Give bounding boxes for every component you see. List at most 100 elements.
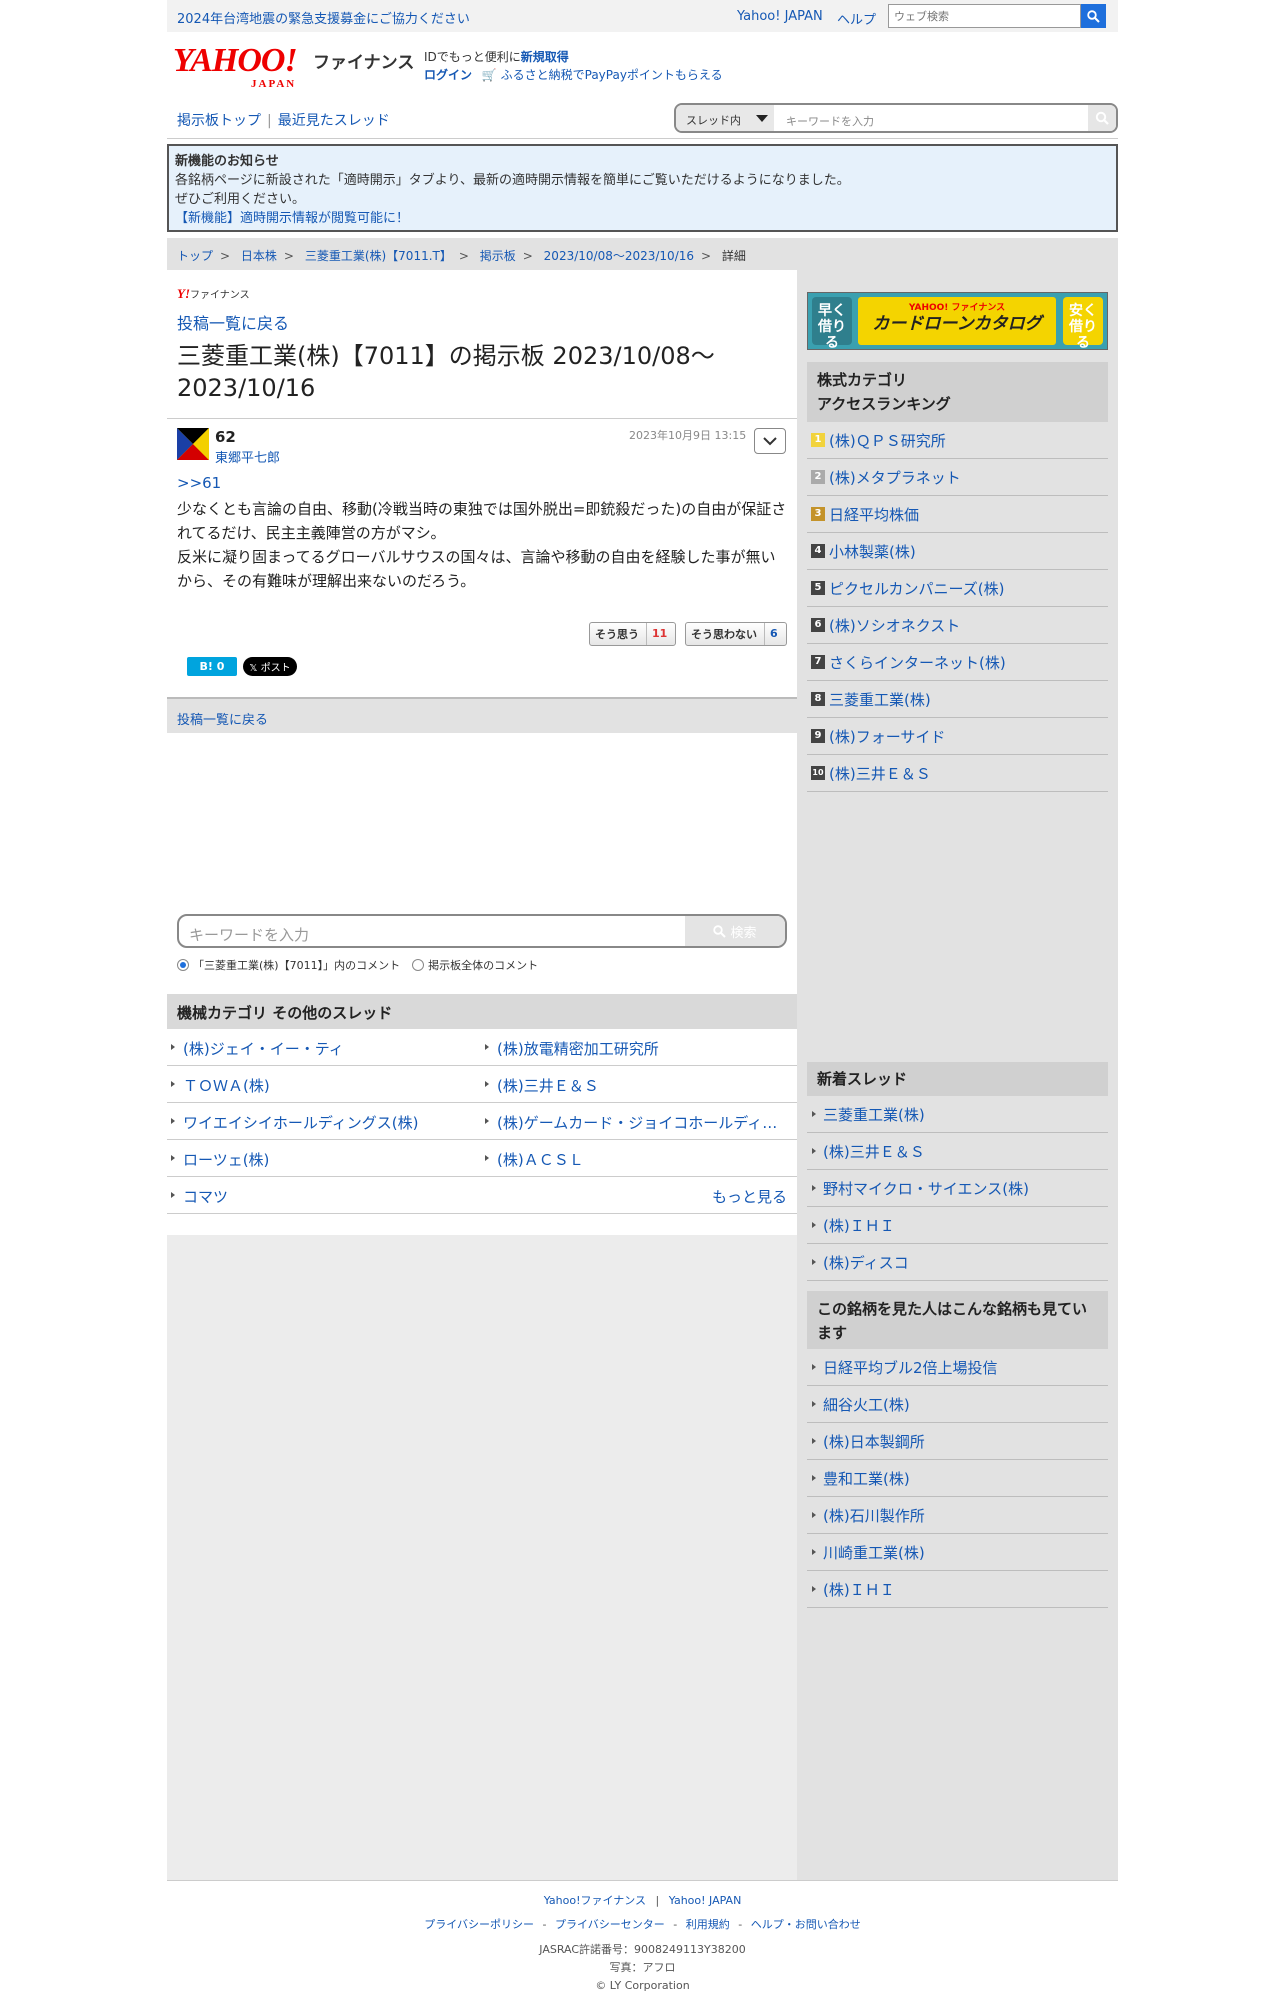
also-viewed-item-link[interactable]: 日経平均ブル2倍上場投信 bbox=[823, 1357, 998, 1378]
list-item: コマツ もっと見る bbox=[167, 1177, 797, 1214]
ranking-item-link[interactable]: (株)ソシオネクスト bbox=[829, 615, 960, 636]
caret-down-icon bbox=[756, 115, 768, 122]
new-thread-item-link[interactable]: (株)三井Ｅ＆Ｓ bbox=[823, 1141, 925, 1162]
thread-link[interactable]: ローツェ(株) bbox=[171, 1149, 471, 1170]
ranking-item-link[interactable]: (株)ＱＰＳ研究所 bbox=[829, 430, 946, 451]
breadcrumb-period[interactable]: 2023/10/08〜2023/10/16 bbox=[544, 249, 694, 263]
new-thread-item-link[interactable]: (株)ディスコ bbox=[823, 1252, 909, 1273]
also-viewed-item: 川崎重工業(株) bbox=[807, 1534, 1108, 1571]
thread-link[interactable]: ワイエイシイホールディングス(株) bbox=[171, 1112, 471, 1133]
breadcrumb-top[interactable]: トップ bbox=[177, 249, 213, 263]
brand-text: ファイナンス bbox=[190, 290, 250, 301]
new-thread-item-link[interactable]: 三菱重工業(株) bbox=[823, 1104, 925, 1125]
thread-link[interactable]: ＴＯＷＡ(株) bbox=[171, 1075, 471, 1096]
back-to-list-link[interactable]: 投稿一覧に戻る bbox=[177, 713, 268, 728]
breadcrumb-japan-stocks[interactable]: 日本株 bbox=[241, 249, 277, 263]
thread-link-label: ワイエイシイホールディングス(株) bbox=[183, 1114, 419, 1132]
ranking-item: さくらインターネット(株) 7 bbox=[807, 644, 1108, 681]
thread-link[interactable]: (株)三井Ｅ＆Ｓ bbox=[485, 1075, 785, 1096]
rank-badge: 5 bbox=[811, 581, 825, 595]
ranking-item-link[interactable]: ピクセルカンパニーズ(株) bbox=[829, 578, 1005, 599]
ranking-item-link[interactable]: さくらインターネット(株) bbox=[829, 652, 1006, 673]
thread-link-label: (株)三井Ｅ＆Ｓ bbox=[497, 1077, 599, 1095]
help-link[interactable]: ヘルプ bbox=[837, 9, 876, 28]
ranking-item-link[interactable]: (株)フォーサイド bbox=[829, 726, 945, 747]
notice-link[interactable]: 【新機能】適時開示情報が閲覧可能に！ bbox=[175, 209, 1110, 228]
also-viewed-item-link[interactable]: 豊和工業(株) bbox=[823, 1468, 910, 1489]
banner-main: カードローンカタログ bbox=[872, 314, 1042, 334]
ranking-item: (株)ＱＰＳ研究所 1 bbox=[807, 422, 1108, 459]
x-share-button[interactable]: 𝕏 ポスト bbox=[243, 657, 297, 676]
footer-privacy-link[interactable]: プライバシーポリシー bbox=[424, 1918, 534, 1931]
ranking-item-link[interactable]: 日経平均株価 bbox=[829, 504, 919, 525]
footer-terms-link[interactable]: 利用規約 bbox=[686, 1918, 730, 1931]
footer-separator: - bbox=[542, 1918, 547, 1931]
post-paragraph: 反米に凝り固まってるグローバルサウスの国々は、言論や移動の自由を経験した事が無い… bbox=[177, 548, 776, 590]
also-viewed-item-link[interactable]: 細谷火工(株) bbox=[823, 1394, 910, 1415]
board-top-link[interactable]: 掲示板トップ bbox=[177, 113, 261, 129]
furusato-link[interactable]: ふるさと納税でPayPayポイントもらえる bbox=[501, 68, 723, 82]
also-viewed-item-link[interactable]: (株)石川製作所 bbox=[823, 1505, 925, 1526]
ranking-heading-line: 株式カテゴリ bbox=[817, 371, 908, 389]
keyword-search-input[interactable]: キーワードを入力 bbox=[189, 924, 309, 945]
search-scope-select[interactable]: スレッド内 bbox=[676, 105, 774, 131]
ranking-item: (株)メタプラネット 2 bbox=[807, 459, 1108, 496]
footer-help-link[interactable]: ヘルプ・お問い合わせ bbox=[751, 1918, 861, 1931]
footer-privacy-center-link[interactable]: プライバシーセンター bbox=[555, 1918, 665, 1931]
web-search-input[interactable] bbox=[888, 4, 1081, 28]
yahoo-finance-logo[interactable]: YAHOO! JAPAN ファイナンス bbox=[173, 44, 414, 91]
disagree-button[interactable]: そう思わない 6 bbox=[685, 622, 787, 646]
hatena-bookmark-button[interactable]: B! 0 bbox=[187, 657, 237, 676]
also-viewed-item: (株)石川製作所 bbox=[807, 1497, 1108, 1534]
logo-service: ファイナンス bbox=[313, 53, 415, 73]
keyword-search-button[interactable]: 検索 bbox=[685, 916, 785, 946]
new-thread-item-link[interactable]: 野村マイクロ・サイエンス(株) bbox=[823, 1178, 1029, 1199]
thread-link[interactable]: (株)放電精密加工研究所 bbox=[485, 1038, 785, 1059]
also-viewed-item: 豊和工業(株) bbox=[807, 1460, 1108, 1497]
ranking-item-link[interactable]: 小林製薬(株) bbox=[829, 541, 916, 562]
card-loan-banner[interactable]: 早く借りる YAHOO! ファイナンス カードローンカタログ 安く借りる bbox=[807, 292, 1108, 350]
ranking-item-link[interactable]: 三菱重工業(株) bbox=[829, 689, 931, 710]
back-to-list-link[interactable]: 投稿一覧に戻る bbox=[177, 310, 289, 334]
keyword-search-label: 検索 bbox=[730, 925, 757, 941]
breadcrumb-stock[interactable]: 三菱重工業(株)【7011.T】 bbox=[305, 249, 452, 263]
also-viewed-item-link[interactable]: (株)ＩＨＩ bbox=[823, 1579, 895, 1600]
post-author-link[interactable]: 東郷平七郎 bbox=[215, 447, 280, 466]
brand-y: Y! bbox=[177, 286, 190, 301]
ranking-heading: 株式カテゴリ アクセスランキング bbox=[807, 362, 1108, 422]
thread-link[interactable]: コマツ bbox=[171, 1186, 471, 1207]
recent-threads-link[interactable]: 最近見たスレッド bbox=[278, 113, 390, 129]
banner-left: 早く借りる bbox=[812, 297, 852, 349]
yahoo-japan-link[interactable]: Yahoo! JAPAN bbox=[737, 9, 823, 24]
agree-count: 11 bbox=[646, 623, 672, 645]
radio-all-board[interactable] bbox=[412, 959, 425, 971]
signup-link[interactable]: 新規取得 bbox=[521, 50, 569, 64]
reply-anchor-link[interactable]: >>61 bbox=[177, 474, 221, 492]
ranking-item-link[interactable]: (株)メタプラネット bbox=[829, 467, 961, 488]
login-link[interactable]: ログイン bbox=[424, 68, 472, 82]
breadcrumb-board[interactable]: 掲示板 bbox=[480, 249, 516, 263]
thread-search-button[interactable] bbox=[1088, 105, 1116, 131]
new-thread-item: (株)ディスコ bbox=[807, 1244, 1108, 1281]
post-menu-button[interactable] bbox=[754, 428, 786, 454]
also-viewed-item-link[interactable]: 川崎重工業(株) bbox=[823, 1542, 925, 1563]
thread-link[interactable]: (株)ジェイ・イー・ティ bbox=[171, 1038, 471, 1059]
rank-badge: 3 bbox=[811, 507, 825, 521]
new-thread-item-link[interactable]: (株)ＩＨＩ bbox=[823, 1215, 895, 1236]
donation-notice-link[interactable]: 2024年台湾地震の緊急支援募金にご協力ください bbox=[177, 8, 470, 27]
agree-button[interactable]: そう思う 11 bbox=[589, 622, 676, 646]
thread-link[interactable]: (株)ゲームカード・ジョイコホールディングス bbox=[485, 1112, 785, 1133]
id-promo: IDでもっと便利に新規取得 ログイン 🛒 ふるさと納税でPayPayポイントもら… bbox=[424, 48, 723, 84]
ranking-item-link[interactable]: (株)三井Ｅ＆Ｓ bbox=[829, 763, 931, 784]
thread-search-input[interactable]: キーワードを入力 bbox=[786, 113, 874, 129]
thread-link[interactable]: (株)ＡＣＳＬ bbox=[485, 1149, 785, 1170]
also-viewed-item-link[interactable]: (株)日本製鋼所 bbox=[823, 1431, 925, 1452]
footer-finance-link[interactable]: Yahoo!ファイナンス bbox=[544, 1894, 646, 1907]
avatar[interactable] bbox=[177, 428, 209, 460]
radio-this-stock[interactable] bbox=[177, 959, 189, 971]
radio-label: 「三菱重工業(株)【7011】」内のコメント bbox=[193, 959, 401, 972]
web-search-button[interactable] bbox=[1081, 4, 1106, 28]
more-threads-link[interactable]: もっと見る bbox=[712, 1186, 787, 1207]
ranking-item: (株)三井Ｅ＆Ｓ 10 bbox=[807, 755, 1108, 792]
footer-yj-link[interactable]: Yahoo! JAPAN bbox=[669, 1894, 742, 1907]
